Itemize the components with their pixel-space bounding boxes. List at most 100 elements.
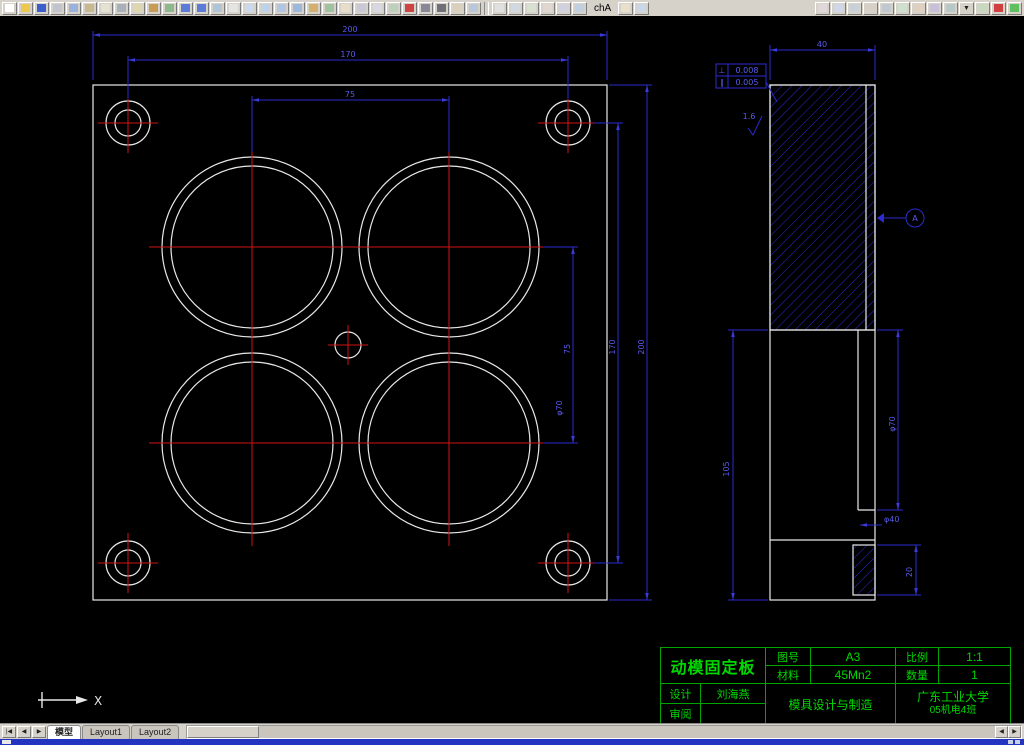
dim-thickness-text: 40 (817, 40, 827, 49)
scroll-right-button[interactable]: ▶ (1008, 725, 1021, 738)
tab-first-button[interactable]: |◀ (2, 725, 16, 738)
hatch-tool-icon[interactable] (572, 1, 587, 15)
tool-palettes-icon[interactable] (322, 1, 337, 15)
trim-icon[interactable] (943, 1, 958, 15)
redo-icon[interactable] (194, 1, 209, 15)
copy-object-icon[interactable] (831, 1, 846, 15)
front-dimension-texts: 200 170 75 75 170 200 φ70 (340, 25, 646, 416)
arc-tool-icon[interactable] (540, 1, 555, 15)
dim-style-icon[interactable] (466, 1, 481, 15)
application-window: chA ▼ 200 170 75 75 170 200 φ70 40 φ70 2… (0, 0, 1024, 745)
text-tool-icon[interactable] (618, 1, 634, 15)
lineweight-icon[interactable] (434, 1, 449, 15)
properties-icon[interactable] (290, 1, 305, 15)
text-style-combo[interactable]: chA (588, 3, 617, 14)
cut-icon[interactable] (114, 1, 129, 15)
dim-cavity-spacing-h-text: 75 (345, 90, 355, 99)
tab-layout2[interactable]: Layout2 (131, 724, 180, 739)
dim-width-text: 200 (342, 25, 357, 34)
side-view (769, 84, 876, 601)
dim-boss-height-text: 20 (905, 567, 914, 577)
move-icon[interactable] (895, 1, 910, 15)
make-layer-icon[interactable] (386, 1, 401, 15)
title-part-name: 动模固定板 (661, 648, 766, 684)
paste-icon[interactable] (146, 1, 161, 15)
text-style-icon[interactable] (450, 1, 465, 15)
offset-icon[interactable] (863, 1, 878, 15)
match-properties-icon[interactable] (162, 1, 177, 15)
hyperlink-icon[interactable] (210, 1, 225, 15)
mirror-icon[interactable] (847, 1, 862, 15)
erase-icon[interactable] (815, 1, 830, 15)
publish-icon[interactable] (82, 1, 97, 15)
linetype-icon[interactable] (418, 1, 433, 15)
tab-nav-buttons: |◀ ◀ ▶ (2, 725, 46, 738)
tab-next-button[interactable]: ▶ (32, 725, 46, 738)
front-view (92, 84, 608, 601)
layers-icon[interactable] (354, 1, 369, 15)
tab-model[interactable]: 模型 (47, 724, 82, 739)
parallelism-value: 0.005 (736, 78, 759, 87)
properties-toolbar-group (991, 1, 1022, 15)
design-center-icon[interactable] (306, 1, 321, 15)
plot-preview-icon[interactable] (66, 1, 81, 15)
title-course: 模具设计与制造 (766, 684, 896, 724)
undo-icon[interactable] (178, 1, 193, 15)
standard-toolbar-group (2, 1, 481, 15)
command-strip-handle (2, 740, 11, 744)
title-block: 动模固定板 图号 A3 比例 1:1 材料 45Mn2 数量 1 设计 刘海燕 … (660, 647, 1011, 725)
object-color-icon[interactable] (991, 1, 1006, 15)
line-tool-icon[interactable] (492, 1, 507, 15)
ucs-x-label: X (94, 694, 102, 708)
scrollbar-thumb[interactable] (187, 725, 260, 738)
dimension-tool-icon[interactable] (634, 1, 650, 15)
new-icon[interactable] (2, 1, 17, 15)
title-designer-label: 设计 (661, 684, 701, 704)
title-class: 05机电4班 (929, 705, 977, 717)
layer-state-icon[interactable] (1007, 1, 1022, 15)
datum-label: A (912, 214, 918, 223)
dim-step-dia-text: φ40 (884, 515, 899, 524)
tab-prev-button[interactable]: ◀ (17, 725, 31, 738)
zoom-previous-icon[interactable] (274, 1, 289, 15)
title-designer: 刘海燕 (701, 684, 766, 704)
title-quantity: 1 (939, 666, 1010, 684)
rotate-icon[interactable] (911, 1, 926, 15)
open-icon[interactable] (18, 1, 33, 15)
command-strip (0, 739, 1024, 745)
title-drawing-no-label: 图号 (766, 648, 811, 666)
modify-toolbar-group: ▼ (815, 1, 990, 15)
zoom-realtime-icon[interactable] (242, 1, 257, 15)
title-school-cell: 广东工业大学 05机电4班 (896, 684, 1010, 724)
title-material-label: 材料 (766, 666, 811, 684)
polyline-tool-icon[interactable] (508, 1, 523, 15)
cad-drawing: 200 170 75 75 170 200 φ70 40 φ70 20 105 … (38, 25, 925, 708)
rectangle-tool-icon[interactable] (556, 1, 571, 15)
title-reviewer (701, 704, 766, 724)
help-icon[interactable] (338, 1, 353, 15)
layout-tab-bar: |◀ ◀ ▶ 模型 Layout1 Layout2 ◀ ▶ (0, 723, 1024, 739)
dropdown-arrow-icon[interactable]: ▼ (959, 1, 974, 15)
zoom-window-icon[interactable] (258, 1, 273, 15)
horizontal-scrollbar[interactable]: ◀ ▶ (186, 724, 1022, 739)
plot-icon[interactable] (50, 1, 65, 15)
circle-tool-icon[interactable] (524, 1, 539, 15)
save-icon[interactable] (34, 1, 49, 15)
dim-bore-dia-text: φ70 (888, 416, 897, 431)
color-control-icon[interactable] (402, 1, 417, 15)
scroll-left-button[interactable]: ◀ (995, 725, 1008, 738)
spell-icon[interactable] (98, 1, 113, 15)
drawing-canvas[interactable]: 200 170 75 75 170 200 φ70 40 φ70 20 105 … (0, 16, 1024, 725)
extend-icon[interactable] (975, 1, 990, 15)
dim-cavity-dia-text: φ70 (555, 400, 564, 415)
copy-icon[interactable] (130, 1, 145, 15)
toolbar: chA ▼ (0, 0, 1024, 16)
surface-finish-value: 1.6 (743, 112, 756, 121)
scale-icon[interactable] (927, 1, 942, 15)
layer-control-icon[interactable] (370, 1, 385, 15)
array-icon[interactable] (879, 1, 894, 15)
pan-icon[interactable] (226, 1, 241, 15)
tab-layout1[interactable]: Layout1 (82, 724, 131, 739)
ucs-icon: X (38, 692, 102, 708)
perpendicularity-symbol: ⊥ (719, 66, 726, 75)
